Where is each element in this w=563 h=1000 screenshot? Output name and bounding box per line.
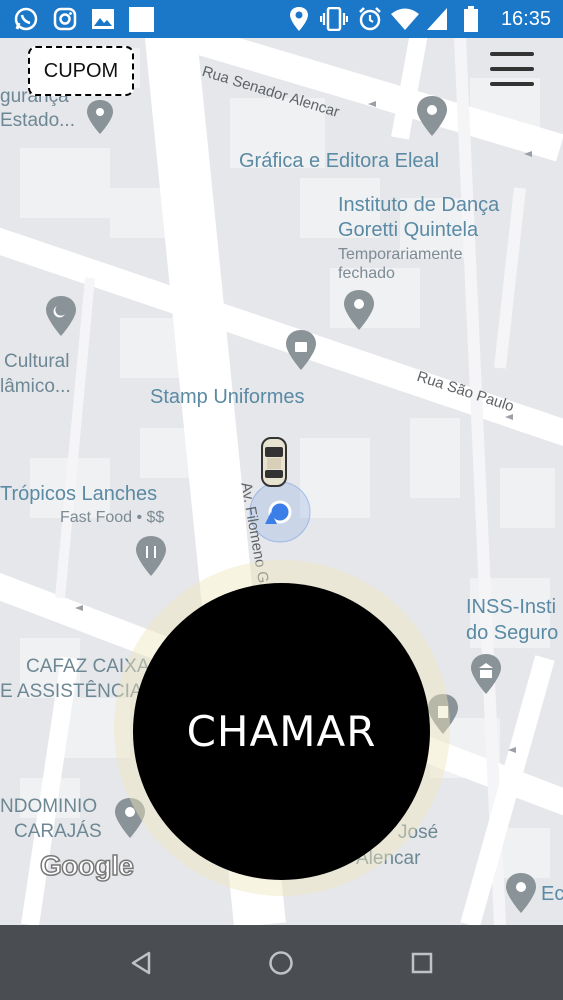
hamburger-menu-icon[interactable] [488,48,536,92]
place-label-seguranca-2: Estado... [0,110,75,131]
place-label-inss-1: INSS-Insti [466,596,557,618]
home-icon[interactable] [263,945,299,981]
place-status-danca-2: fechado [338,265,395,282]
place-label-cultural-1: Cultural [4,351,70,372]
call-button-label: CHAMAR [186,707,377,756]
recents-icon[interactable] [404,945,440,981]
battery-icon [463,6,479,32]
whatsapp-icon [12,7,40,31]
clock-time: 16:35 [500,8,551,30]
place-status-danca-1: Temporariamente [338,246,463,263]
alarm-icon [357,7,383,31]
signal-icon [426,7,448,31]
call-button[interactable]: CHAMAR [133,583,430,880]
place-label-grafica: Gráfica e Editora Eleal [239,150,440,172]
place-sub-tropicos: Fast Food • $$ [60,509,165,526]
vibrate-icon [320,7,348,31]
instagram-icon [52,7,78,31]
place-label-tropicos: Trópicos Lanches [0,483,158,505]
place-label-inss-2: do Seguro [466,622,559,644]
gallery-icon [90,7,116,31]
coupon-label: CUPOM [43,59,119,82]
place-label-ec: Ec [541,883,563,905]
location-icon [289,7,309,31]
place-label-condominio-1: NDOMINIO [0,796,98,817]
coupon-button[interactable]: CUPOM [28,46,134,96]
place-label-cultural-2: lâmico... [0,376,71,397]
place-label-condominio-2: CARAJÁS [14,821,102,842]
google-attribution: Google [39,849,134,882]
wifi-icon [391,7,419,31]
status-bar: 16:35 [0,0,563,38]
place-label-danca-2: Goretti Quintela [338,219,479,241]
back-icon[interactable] [123,945,159,981]
blank-notification-icon [128,6,154,32]
place-label-stamp: Stamp Uniformes [150,386,305,408]
system-nav-bar [0,925,563,1000]
place-label-danca-1: Instituto de Dança [338,194,500,216]
